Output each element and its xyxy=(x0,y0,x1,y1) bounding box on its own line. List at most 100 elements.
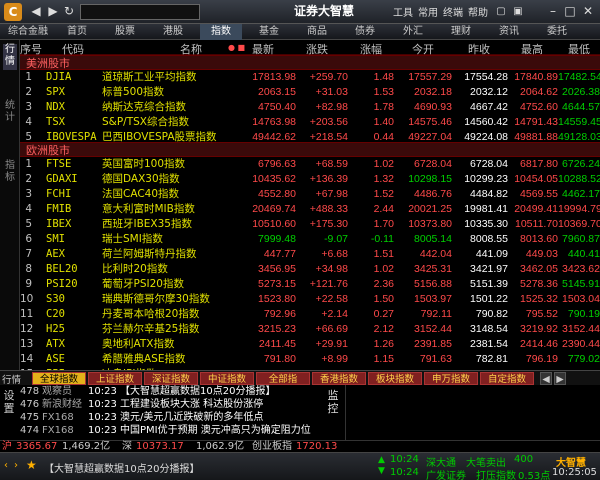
index-tab-bar: 行情 全球指数 上证指数 深证指数 中证指数 全部指 香港指数 板块指数 申万指… xyxy=(0,370,600,386)
row-chg: +82.98 xyxy=(315,101,348,113)
row-prev: 19981.41 xyxy=(464,203,508,215)
table-row[interactable]: 10 S30 瑞典斯德哥尔摩30指数 1523.80 +22.58 1.50 1503.97… xyxy=(20,292,600,307)
tab-custom-index[interactable]: 自定指数 xyxy=(480,372,534,385)
tab-scroll-left-icon[interactable]: ◀ xyxy=(540,372,552,385)
tab-sector-index[interactable]: 板块指数 xyxy=(368,372,422,385)
table-row[interactable]: 12 H25 芬兰赫尔辛基25指数 3215.23 +66.69 2.12 3152.44 3… xyxy=(20,322,600,337)
tab-sz-index[interactable]: 深证指数 xyxy=(144,372,198,385)
tab-hk-index[interactable]: 香港指数 xyxy=(312,372,366,385)
nav-bond[interactable]: 债券 xyxy=(344,24,386,40)
row-code: IBEX xyxy=(46,218,72,230)
row-pct: 1.02 xyxy=(373,263,394,275)
nav-wealth[interactable]: 理财 xyxy=(440,24,482,40)
nav-commodity[interactable]: 商品 xyxy=(296,24,338,40)
table-row[interactable]: 9 PSI20 葡萄牙PSI20指数 5273.15 +121.76 2.36 5156.8… xyxy=(20,277,600,292)
row-price: 17813.98 xyxy=(252,71,296,83)
row-pct: 1.40 xyxy=(373,116,394,128)
tab-scroll-right-icon[interactable]: ▶ xyxy=(554,372,566,385)
row-pct: 1.78 xyxy=(373,101,394,113)
table-row[interactable]: 2 GDAXI 德国DAX30指数 10435.62 +136.39 1.32 10298.… xyxy=(20,172,600,187)
row-price: 4552.80 xyxy=(258,188,296,200)
nav-hk[interactable]: 港股 xyxy=(152,24,194,40)
tab-sh-index[interactable]: 上证指数 xyxy=(88,372,142,385)
news-row[interactable]: 475 FX168 10:23 澳元/美元几近跌破新的多年低点 xyxy=(20,411,338,424)
skin-icon[interactable]: ▣ xyxy=(512,3,524,20)
tab-sw-index[interactable]: 申万指数 xyxy=(424,372,478,385)
row-chg: +8.99 xyxy=(321,353,348,365)
table-row[interactable]: 13 ATX 奥地利ATX指数 2411.45 +29.91 1.26 2391.85 238… xyxy=(20,337,600,352)
tab-csi-index[interactable]: 中证指数 xyxy=(200,372,254,385)
alert2-stock[interactable]: 广发证券 xyxy=(426,467,466,480)
news-settings-button[interactable]: 设置 xyxy=(2,389,16,415)
table-row[interactable]: 4 FMIB 意大利富时MIB指数 20469.74 +488.33 2.44 20021.… xyxy=(20,202,600,217)
maximize-icon[interactable]: □ xyxy=(563,3,577,20)
section-europe[interactable]: 欧洲股市 xyxy=(20,142,600,157)
nav-home[interactable]: 首页 xyxy=(56,24,98,40)
table-row[interactable]: 1 DJIA 道琼斯工业平均指数 17813.98 +259.70 1.48 17557.2… xyxy=(20,70,600,85)
menu-terminal[interactable]: 终端 xyxy=(443,4,463,19)
row-name: 西班牙IBEX35指数 xyxy=(102,218,192,230)
row-number: 6 xyxy=(25,233,32,245)
close-icon[interactable]: ✕ xyxy=(580,3,596,20)
table-row[interactable]: 6 SMI 瑞士SMI指数 7999.48 -9.07 -0.11 8005.14 8008.… xyxy=(20,232,600,247)
row-code: C20 xyxy=(46,308,65,320)
nav-trade[interactable]: 委托 xyxy=(536,24,578,40)
row-price: 5273.15 xyxy=(258,278,296,290)
table-row[interactable]: 5 IBEX 西班牙IBEX35指数 10510.60 +175.30 1.70 10373… xyxy=(20,217,600,232)
monitor-button[interactable]: 监控 xyxy=(326,389,340,415)
nav-news[interactable]: 资讯 xyxy=(488,24,530,40)
nav-fund[interactable]: 基金 xyxy=(248,24,290,40)
sidebar-item-quote[interactable]: 行情 xyxy=(3,44,17,70)
table-row[interactable]: 14 ASE 希腊雅典ASE指数 791.80 +8.99 1.15 791.63 782.8… xyxy=(20,352,600,367)
row-prev: 4484.82 xyxy=(470,188,508,200)
nav-综合金融[interactable]: 综合金融 xyxy=(0,24,56,40)
news-row[interactable]: 474 FX168 10:23 中国PMI优于预期 澳元冲高只为确定阻力位 xyxy=(20,424,338,437)
nav-stocks[interactable]: 股票 xyxy=(104,24,146,40)
menu-common[interactable]: 常用 xyxy=(418,4,438,19)
news-next-icon[interactable]: › xyxy=(14,460,18,471)
row-chg: +66.69 xyxy=(315,323,348,335)
menu-tools[interactable]: 工具 xyxy=(393,4,413,19)
news-row[interactable]: 476 新浪财经 10:23 工程建设板块大涨 科达股份涨停 xyxy=(20,398,338,411)
nav-forex[interactable]: 外汇 xyxy=(392,24,434,40)
table-row[interactable]: 3 NDX 纳斯达克综合指数 4750.40 +82.98 1.78 4690.93 4667… xyxy=(20,100,600,115)
search-input[interactable] xyxy=(80,4,200,20)
table-row[interactable]: 1 FTSE 英国富时100指数 6796.63 +68.59 1.02 6728.04 67… xyxy=(20,157,600,172)
table-row[interactable]: 11 C20 丹麦哥本哈根20指数 792.96 +2.14 0.27 792.11 790.… xyxy=(20,307,600,322)
row-chg: +67.98 xyxy=(315,188,348,200)
sidebar-item-stats[interactable]: 统计 xyxy=(3,100,17,126)
tabbar-label: 行情 xyxy=(2,375,22,386)
row-low: 3152.44 xyxy=(562,323,600,335)
minimize-icon[interactable]: – xyxy=(546,3,560,20)
row-open: 792.11 xyxy=(420,308,452,320)
news-prev-icon[interactable]: ‹ xyxy=(4,460,8,471)
table-row[interactable]: 3 FCHI 法国CAC40指数 4552.80 +67.98 1.52 4486.76 44… xyxy=(20,187,600,202)
section-americas[interactable]: 美洲股市 xyxy=(20,55,600,70)
table-row[interactable]: 7 AEX 荷兰阿姆斯特丹指数 447.77 +6.68 1.51 442.04 441.09… xyxy=(20,247,600,262)
row-high: 4752.60 xyxy=(520,101,558,113)
back-icon[interactable]: ◀ xyxy=(28,3,44,20)
status-news-text[interactable]: 【大智慧超赢数据10点20分播报】 xyxy=(44,460,199,475)
table-row[interactable]: 8 BEL20 比利时20指数 3456.95 +34.98 1.02 3425.31 342… xyxy=(20,262,600,277)
row-pct: 1.32 xyxy=(373,173,394,185)
star-icon[interactable]: ★ xyxy=(26,458,37,472)
row-prev: 2381.54 xyxy=(470,338,508,350)
table-row[interactable]: 4 TSX S&P/TSX综合指数 14763.98 +203.56 1.40 14575.… xyxy=(20,115,600,130)
table-row[interactable]: 2 SPX 标普500指数 2063.15 +31.03 1.53 2032.18 2032.… xyxy=(20,85,600,100)
row-chg: -9.07 xyxy=(324,233,348,245)
row-high: 1525.32 xyxy=(520,293,558,305)
row-chg: +68.59 xyxy=(315,158,348,170)
refresh-icon[interactable]: ↻ xyxy=(62,3,76,20)
forward-icon[interactable]: ▶ xyxy=(46,3,60,20)
menu-help[interactable]: 帮助 xyxy=(468,4,488,19)
app-logo-icon[interactable]: C xyxy=(4,3,22,21)
news-panel: 设置 478 观察员 10:23 【大智慧超赢数据10点20分播报】 476 新浪财经 1… xyxy=(0,385,600,440)
nav-index[interactable]: 指数 xyxy=(200,24,242,40)
monitor-panel xyxy=(345,385,595,440)
row-number: 5 xyxy=(25,218,32,230)
tab-global-index[interactable]: 全球指数 xyxy=(32,372,86,385)
news-row[interactable]: 478 观察员 10:23 【大智慧超赢数据10点20分播报】 xyxy=(20,385,338,398)
settings-icon[interactable]: ▢ xyxy=(495,3,507,20)
tab-all-index[interactable]: 全部指 xyxy=(256,372,310,385)
sidebar-item-indicator[interactable]: 指标 xyxy=(3,160,17,186)
